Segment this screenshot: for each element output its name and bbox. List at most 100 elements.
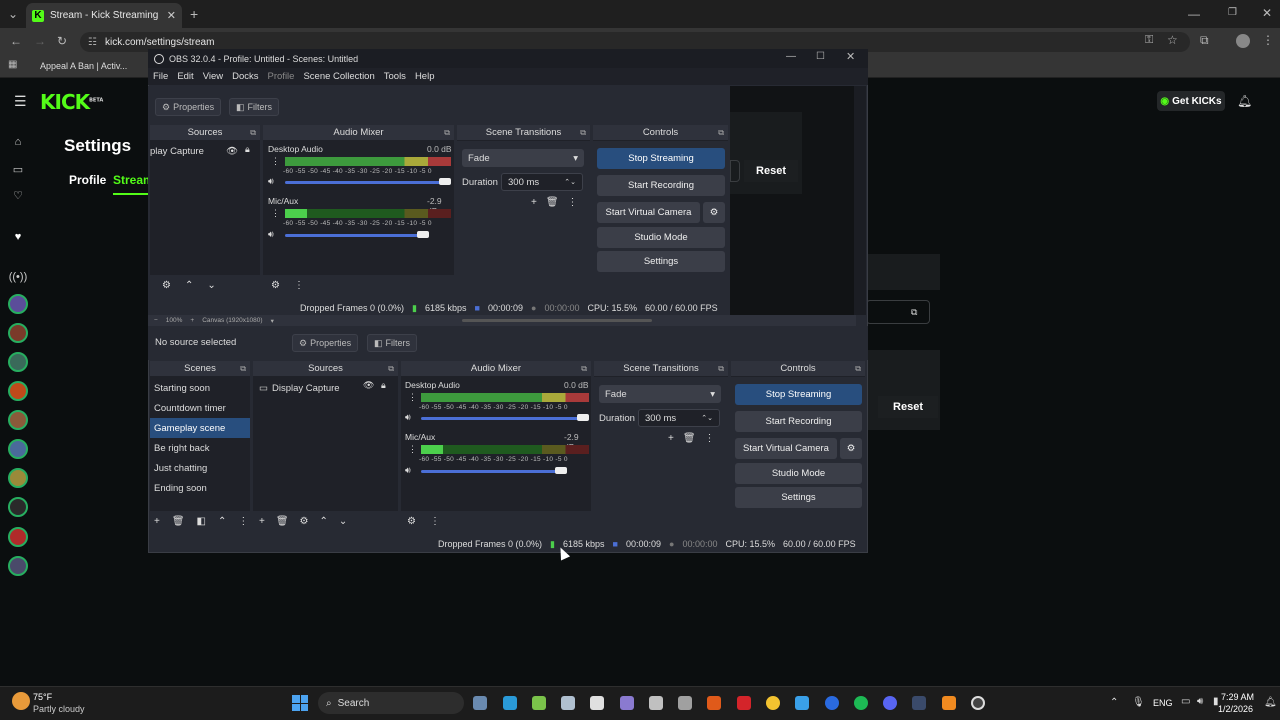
menu-help[interactable]: Help (415, 71, 435, 82)
forward-icon[interactable]: → (34, 34, 46, 48)
channel-avatar[interactable] (8, 410, 28, 430)
volume-slider[interactable] (421, 470, 565, 473)
hamburger-menu-icon[interactable]: ☰ (14, 93, 27, 110)
virtual-camera-settings-icon[interactable]: ⚙ (840, 438, 862, 459)
trash-icon[interactable]: 🗑︎ (546, 197, 559, 208)
menu-tools[interactable]: Tools (384, 71, 406, 82)
windows-start-icon[interactable] (292, 695, 308, 711)
new-tab-icon[interactable]: + (190, 6, 198, 22)
spotify-icon[interactable] (854, 696, 868, 710)
taskbar-app-icon[interactable] (561, 696, 575, 710)
taskbar-app-icon[interactable] (503, 696, 517, 710)
reset-button[interactable]: Reset (744, 160, 798, 182)
scene-item[interactable]: Starting soon (150, 378, 250, 398)
gear-icon[interactable]: ⚙ (162, 280, 171, 291)
horizontal-scrollbar[interactable] (461, 319, 652, 322)
menu-dots-icon[interactable]: ⋮ (408, 392, 417, 403)
filters-button[interactable]: ◧ Filters (229, 98, 280, 116)
volume-knob[interactable] (577, 414, 589, 421)
speaker-icon[interactable]: 🔊︎ (268, 229, 274, 240)
apps-grid-icon[interactable]: ▦ (8, 59, 17, 70)
taskbar-app-icon[interactable] (649, 696, 663, 710)
up-icon[interactable]: ⌃ (185, 280, 193, 291)
minimize-window-icon[interactable]: — (1188, 7, 1200, 21)
close-window-icon[interactable]: ✕ (1262, 6, 1272, 20)
scene-item[interactable]: Just chatting (150, 458, 250, 478)
advanced-audio-icon[interactable]: ⚙ (407, 516, 416, 527)
channel-avatar[interactable] (8, 381, 28, 401)
trash-icon[interactable]: 🗑︎ (683, 433, 696, 444)
trash-icon[interactable]: 🗑︎ (276, 516, 289, 527)
bookmark-star-icon[interactable]: ☆ (1167, 33, 1178, 47)
taskbar-search[interactable]: ⌕ Search (318, 692, 464, 714)
reload-icon[interactable]: ↻ (57, 34, 67, 48)
maximize-window-icon[interactable]: ❐ (1228, 7, 1237, 18)
tab-stream[interactable]: Stream (113, 173, 148, 187)
taskbar-app-icon[interactable] (532, 696, 546, 710)
zoom-out-icon[interactable]: − (154, 317, 158, 324)
virtual-camera-settings-icon[interactable]: ⚙ (703, 202, 725, 223)
channel-avatar[interactable] (8, 352, 28, 372)
discord-icon[interactable] (883, 696, 897, 710)
start-virtual-camera-button[interactable]: Start Virtual Camera (597, 202, 700, 223)
taskbar-app-icon[interactable] (825, 696, 839, 710)
scene-item[interactable]: Be right back (150, 438, 250, 458)
eye-icon[interactable]: 👁︎ (226, 146, 238, 157)
source-item[interactable]: ▭ Display Capture (253, 378, 398, 398)
bookmark-item[interactable]: Appeal A Ban | Activ... (40, 61, 127, 71)
start-recording-button[interactable]: Start Recording (597, 175, 725, 196)
chrome-icon[interactable] (766, 696, 780, 710)
eye-icon[interactable]: 👁︎ (363, 380, 374, 391)
volume-icon[interactable]: 🔊︎ (1197, 696, 1203, 707)
advanced-audio-icon[interactable]: ⚙ (271, 280, 280, 291)
channel-avatar[interactable] (8, 527, 28, 547)
obs-taskbar-icon[interactable] (971, 696, 985, 710)
taskbar-app-icon[interactable] (590, 696, 604, 710)
mic-tray-icon[interactable]: 🎙︎ (1132, 697, 1145, 708)
back-icon[interactable]: ← (10, 34, 22, 48)
steam-icon[interactable] (912, 696, 926, 710)
menu-file[interactable]: File (153, 71, 168, 82)
taskbar-app-icon[interactable] (473, 696, 487, 710)
menu-scene-collection[interactable]: Scene Collection (303, 71, 374, 82)
speaker-icon[interactable]: 🔊︎ (268, 176, 274, 187)
transition-select[interactable]: Fade ▾ (599, 385, 721, 403)
volume-slider[interactable] (421, 417, 589, 420)
tray-overflow-icon[interactable]: ⌃ (1110, 697, 1118, 708)
extensions-icon[interactable]: ⧉ (1200, 33, 1209, 48)
down-icon[interactable]: ⌄ (207, 280, 215, 291)
lock-icon[interactable]: 🔒︎ (381, 380, 386, 391)
menu-dots-icon[interactable]: ⋮ (408, 444, 417, 455)
menu-dots-icon[interactable]: ⋮ (705, 433, 715, 444)
obs-maximize-icon[interactable]: ☐ (816, 51, 825, 62)
channel-avatar[interactable] (8, 468, 28, 488)
volume-knob[interactable] (417, 231, 429, 238)
copy-icon[interactable]: ⧉ (911, 307, 917, 318)
menu-dots-icon[interactable]: ⋮ (568, 197, 578, 208)
tab-search-icon[interactable]: ⌄ (8, 7, 18, 21)
profile-avatar[interactable] (1236, 34, 1250, 48)
speaker-icon[interactable]: 🔊︎ (405, 465, 411, 476)
properties-button[interactable]: ⚙ Properties (155, 98, 222, 116)
down-icon[interactable]: ⌄ (339, 516, 347, 527)
close-tab-icon[interactable]: ✕ (167, 9, 176, 22)
reset-button[interactable]: Reset (878, 396, 938, 418)
subscriptions-heart-icon[interactable]: ♥ (8, 227, 28, 247)
language-indicator[interactable]: ENG (1153, 698, 1173, 708)
channel-avatar[interactable] (8, 497, 28, 517)
volume-slider[interactable] (285, 234, 425, 237)
taskbar-app-icon[interactable] (737, 696, 751, 710)
browse-icon[interactable]: ▭ (8, 159, 28, 179)
start-recording-button[interactable]: Start Recording (735, 411, 862, 432)
volume-knob[interactable] (555, 467, 567, 474)
obs-close-icon[interactable]: ✕ (846, 50, 855, 63)
password-key-icon[interactable]: ⚿ (1145, 34, 1153, 47)
menu-dots-icon[interactable]: ⋮ (1262, 33, 1274, 47)
browser-tab[interactable]: K Stream - Kick Streaming ✕ (26, 3, 182, 28)
network-icon[interactable]: ▭ (1181, 696, 1190, 707)
menu-dots-icon[interactable]: ⋮ (271, 208, 280, 219)
scene-item-selected[interactable]: Gameplay scene (150, 418, 250, 438)
menu-edit[interactable]: Edit (177, 71, 193, 82)
gear-icon[interactable]: ⚙ (300, 516, 309, 527)
channel-avatar[interactable] (8, 294, 28, 314)
